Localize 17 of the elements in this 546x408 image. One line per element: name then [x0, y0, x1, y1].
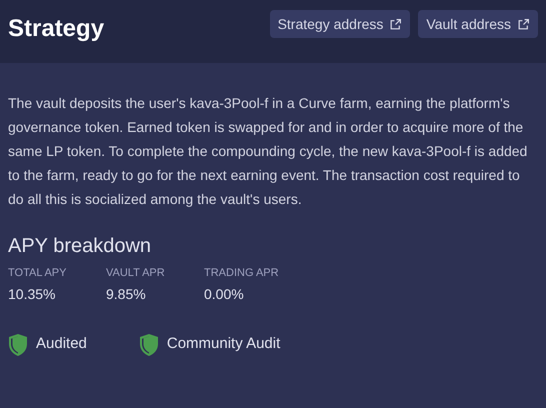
stat-value: 0.00%: [204, 284, 245, 304]
stat-label: TRADING APR: [204, 266, 280, 281]
shield-icon: [8, 332, 28, 356]
address-link[interactable]: Vault address: [418, 10, 538, 38]
address-link[interactable]: Strategy address: [270, 10, 410, 38]
stat-label: VAULT APR: [106, 266, 166, 281]
external-link-icon: [517, 18, 530, 30]
apy-heading: APY breakdown: [8, 234, 152, 259]
strategy-description: The vault deposits the user's kava-3Pool-f in a Curve farm, earning the platform's governance token. Earned token is swapped for and in order to acquire more of the same LP token. To complete the compounding cycle, the new kava-3Pool-f is added to the farm, ready to go for the next earning event. The transaction cost required to do all this is socialized among the vault's users.: [8, 94, 528, 209]
stat-value: 10.35%: [8, 284, 56, 304]
stat-label: TOTAL APY: [8, 266, 68, 281]
external-link-icon: [389, 18, 402, 30]
section-title: Strategy: [8, 14, 104, 44]
audit-label: Audited: [36, 334, 87, 354]
stat-value: 9.85%: [106, 284, 147, 304]
audit-label: Community Audit: [166, 334, 280, 354]
shield-icon: [138, 332, 159, 356]
